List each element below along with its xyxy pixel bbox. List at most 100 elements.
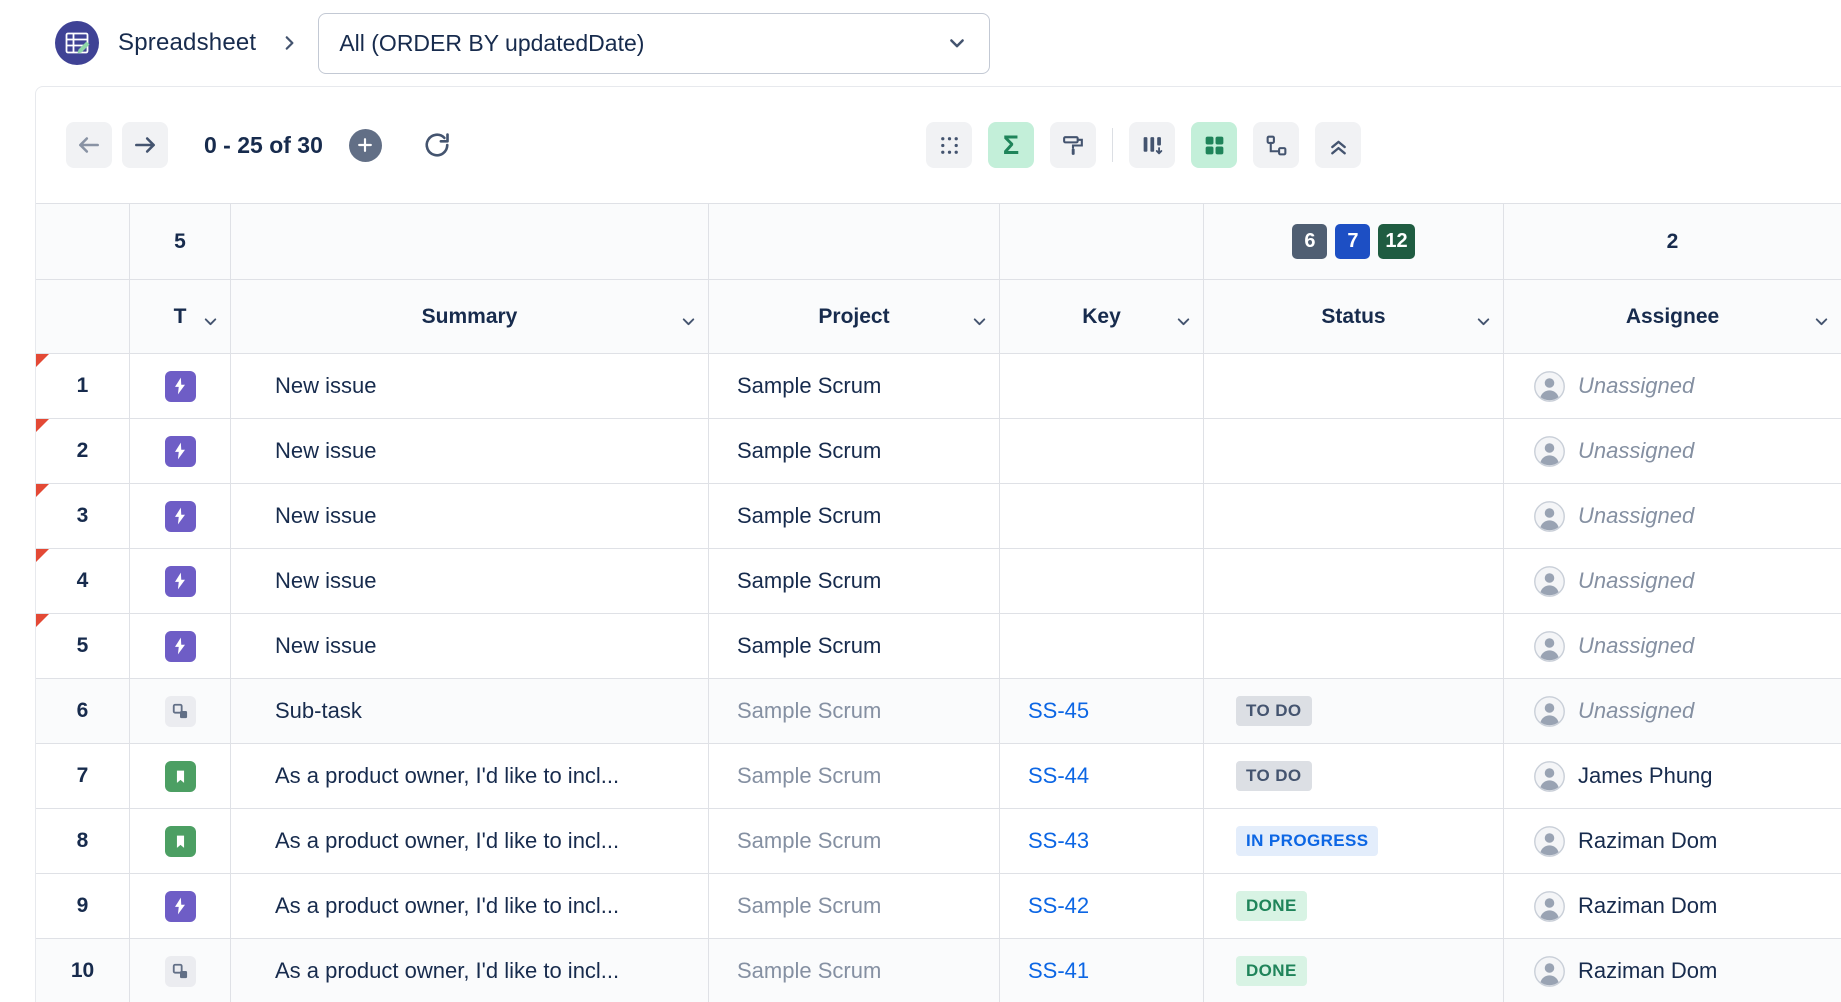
summary-cell[interactable]: As a product owner, I'd like to incl... — [231, 809, 709, 874]
issues-table: 5 6 7 12 2 T Summary — [36, 203, 1841, 1002]
summary-cell[interactable]: New issue — [231, 614, 709, 679]
key-cell[interactable] — [1000, 484, 1204, 549]
hierarchy-button[interactable] — [1253, 122, 1299, 168]
project-cell[interactable]: Sample Scrum — [709, 614, 1000, 679]
project-cell[interactable]: Sample Scrum — [709, 354, 1000, 419]
issue-type-cell[interactable] — [130, 679, 231, 744]
grid-view-button[interactable] — [1191, 122, 1237, 168]
assignee-cell[interactable]: Unassigned — [1504, 354, 1841, 419]
issue-key-link[interactable]: SS-44 — [1028, 763, 1089, 789]
column-stats-button[interactable] — [1129, 122, 1175, 168]
row-header-2[interactable]: 2 — [36, 419, 130, 484]
project-cell[interactable]: Sample Scrum — [709, 419, 1000, 484]
issue-type-cell[interactable] — [130, 419, 231, 484]
next-page-button[interactable] — [122, 122, 168, 168]
project-cell[interactable]: Sample Scrum — [709, 744, 1000, 809]
project-cell[interactable]: Sample Scrum — [709, 679, 1000, 744]
row-header-5[interactable]: 5 — [36, 614, 130, 679]
assignee-cell[interactable]: Raziman Dom — [1504, 874, 1841, 939]
issue-type-cell[interactable] — [130, 354, 231, 419]
status-cell[interactable] — [1204, 354, 1504, 419]
key-cell[interactable] — [1000, 419, 1204, 484]
format-painter-button[interactable] — [1050, 122, 1096, 168]
breadcrumb-app-name[interactable]: Spreadsheet — [118, 29, 256, 57]
summary-cell[interactable]: As a product owner, I'd like to incl... — [231, 744, 709, 809]
key-cell[interactable]: SS-42 — [1000, 874, 1204, 939]
column-header-key[interactable]: Key — [1000, 280, 1204, 354]
assignee-cell[interactable]: Raziman Dom — [1504, 939, 1841, 1002]
column-label: Status — [1321, 305, 1385, 329]
key-cell[interactable]: SS-45 — [1000, 679, 1204, 744]
summary-cell[interactable]: New issue — [231, 484, 709, 549]
refresh-button[interactable] — [422, 130, 452, 160]
status-cell[interactable] — [1204, 419, 1504, 484]
issue-type-cell[interactable] — [130, 549, 231, 614]
select-cells-button[interactable] — [926, 122, 972, 168]
assignee-count: 2 — [1667, 230, 1679, 254]
key-cell[interactable]: SS-43 — [1000, 809, 1204, 874]
assignee-cell[interactable]: Raziman Dom — [1504, 809, 1841, 874]
summary-cell[interactable]: New issue — [231, 354, 709, 419]
issue-type-cell[interactable] — [130, 744, 231, 809]
summary-cell[interactable]: As a product owner, I'd like to incl... — [231, 939, 709, 1002]
row-header-corner-cell[interactable] — [36, 280, 130, 354]
issue-type-cell[interactable] — [130, 614, 231, 679]
project-cell[interactable]: Sample Scrum — [709, 939, 1000, 1002]
summary-text: New issue — [275, 503, 376, 529]
view-selector-dropdown[interactable]: All (ORDER BY updatedDate) — [318, 13, 990, 74]
row-header-6[interactable]: 6 — [36, 679, 130, 744]
status-cell[interactable]: TO DO — [1204, 744, 1504, 809]
summary-cell[interactable]: Sub-task — [231, 679, 709, 744]
assignee-cell[interactable]: Unassigned — [1504, 419, 1841, 484]
issue-type-cell[interactable] — [130, 809, 231, 874]
issue-key-link[interactable]: SS-45 — [1028, 698, 1089, 724]
column-header-project[interactable]: Project — [709, 280, 1000, 354]
project-cell[interactable]: Sample Scrum — [709, 874, 1000, 939]
issue-type-cell[interactable] — [130, 939, 231, 1002]
row-header-1[interactable]: 1 — [36, 354, 130, 419]
status-cell[interactable]: DONE — [1204, 939, 1504, 1002]
project-cell[interactable]: Sample Scrum — [709, 484, 1000, 549]
status-cell[interactable] — [1204, 614, 1504, 679]
issue-key-link[interactable]: SS-42 — [1028, 893, 1089, 919]
status-cell[interactable] — [1204, 484, 1504, 549]
key-cell[interactable] — [1000, 614, 1204, 679]
status-cell[interactable]: DONE — [1204, 874, 1504, 939]
assignee-cell[interactable]: Unassigned — [1504, 679, 1841, 744]
add-row-button[interactable] — [349, 129, 382, 162]
sum-button[interactable]: Σ — [988, 122, 1034, 168]
status-cell[interactable]: TO DO — [1204, 679, 1504, 744]
row-header-7[interactable]: 7 — [36, 744, 130, 809]
column-header-assignee[interactable]: Assignee — [1504, 280, 1841, 354]
assignee-cell[interactable]: Unassigned — [1504, 614, 1841, 679]
collapse-all-button[interactable] — [1315, 122, 1361, 168]
column-header-summary[interactable]: Summary — [231, 280, 709, 354]
row-header-4[interactable]: 4 — [36, 549, 130, 614]
column-header-status[interactable]: Status — [1204, 280, 1504, 354]
row-header-8[interactable]: 8 — [36, 809, 130, 874]
previous-page-button[interactable] — [66, 122, 112, 168]
project-cell[interactable]: Sample Scrum — [709, 549, 1000, 614]
key-cell[interactable]: SS-41 — [1000, 939, 1204, 1002]
key-cell[interactable] — [1000, 354, 1204, 419]
assignee-cell[interactable]: Unassigned — [1504, 484, 1841, 549]
assignee-cell[interactable]: Unassigned — [1504, 549, 1841, 614]
key-cell[interactable] — [1000, 549, 1204, 614]
assignee-cell[interactable]: James Phung — [1504, 744, 1841, 809]
row-header-9[interactable]: 9 — [36, 874, 130, 939]
key-cell[interactable]: SS-44 — [1000, 744, 1204, 809]
summary-cell[interactable]: As a product owner, I'd like to incl... — [231, 874, 709, 939]
status-cell[interactable] — [1204, 549, 1504, 614]
story-icon — [165, 826, 196, 857]
issue-type-cell[interactable] — [130, 484, 231, 549]
issue-type-cell[interactable] — [130, 874, 231, 939]
issue-key-link[interactable]: SS-43 — [1028, 828, 1089, 854]
row-header-3[interactable]: 3 — [36, 484, 130, 549]
summary-cell[interactable]: New issue — [231, 549, 709, 614]
issue-key-link[interactable]: SS-41 — [1028, 958, 1089, 984]
status-cell[interactable]: IN PROGRESS — [1204, 809, 1504, 874]
column-header-type[interactable]: T — [130, 280, 231, 354]
row-header-10[interactable]: 10 — [36, 939, 130, 1002]
project-cell[interactable]: Sample Scrum — [709, 809, 1000, 874]
summary-cell[interactable]: New issue — [231, 419, 709, 484]
